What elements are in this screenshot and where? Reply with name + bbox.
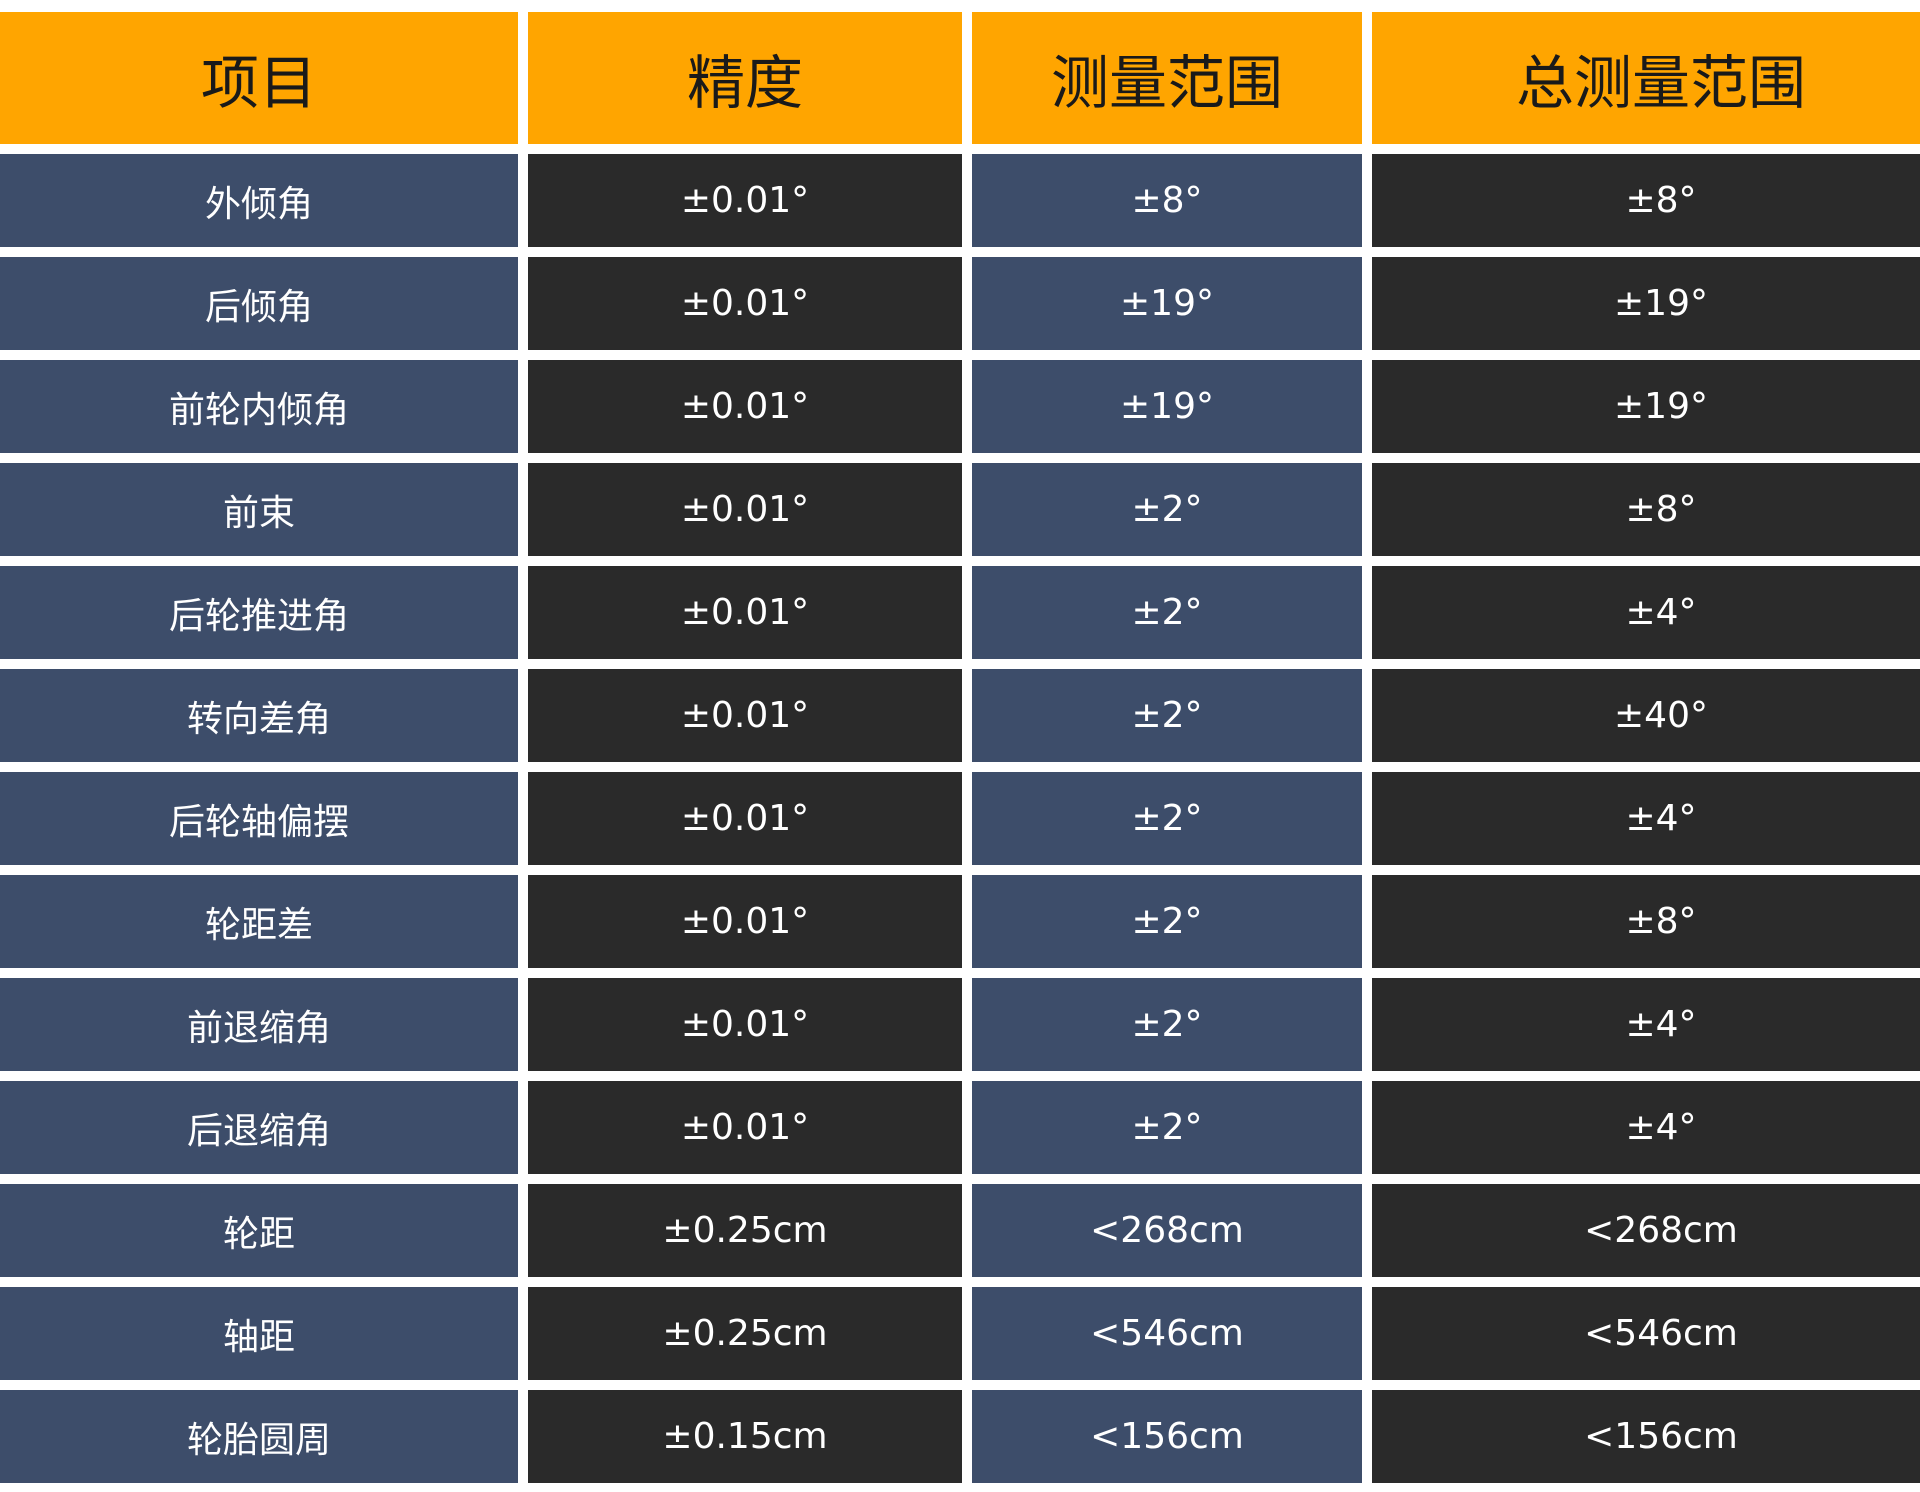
cell-total-range: ±19° [1372, 257, 1920, 350]
cell-total-range: <156cm [1372, 1390, 1920, 1483]
cell-measure-range: ±2° [972, 978, 1362, 1071]
header-total-range: 总测量范围 [1372, 12, 1920, 144]
cell-measure-range: <546cm [972, 1287, 1362, 1380]
header-precision: 精度 [528, 12, 962, 144]
cell-item: 轮距差 [0, 875, 518, 968]
cell-precision: ±0.25cm [528, 1287, 962, 1380]
cell-measure-range: ±2° [972, 566, 1362, 659]
cell-measure-range: ±2° [972, 1081, 1362, 1174]
cell-item: 后轮推进角 [0, 566, 518, 659]
cell-total-range: <546cm [1372, 1287, 1920, 1380]
cell-precision: ±0.01° [528, 669, 962, 762]
header-measure-range: 测量范围 [972, 12, 1362, 144]
cell-measure-range: <268cm [972, 1184, 1362, 1277]
header-item: 项目 [0, 12, 518, 144]
cell-measure-range: <156cm [972, 1390, 1362, 1483]
cell-item: 轴距 [0, 1287, 518, 1380]
cell-item: 后轮轴偏摆 [0, 772, 518, 865]
cell-total-range: ±8° [1372, 154, 1920, 247]
spec-table: 项目 精度 测量范围 总测量范围 外倾角 ±0.01° ±8° ±8° 后倾角 … [0, 12, 1920, 1483]
cell-total-range: ±4° [1372, 772, 1920, 865]
cell-item: 转向差角 [0, 669, 518, 762]
cell-measure-range: ±2° [972, 463, 1362, 556]
cell-item: 轮距 [0, 1184, 518, 1277]
cell-measure-range: ±2° [972, 772, 1362, 865]
cell-total-range: ±4° [1372, 978, 1920, 1071]
cell-precision: ±0.25cm [528, 1184, 962, 1277]
cell-measure-range: ±8° [972, 154, 1362, 247]
cell-item: 后退缩角 [0, 1081, 518, 1174]
cell-total-range: <268cm [1372, 1184, 1920, 1277]
cell-total-range: ±19° [1372, 360, 1920, 453]
cell-precision: ±0.01° [528, 978, 962, 1071]
cell-precision: ±0.15cm [528, 1390, 962, 1483]
cell-precision: ±0.01° [528, 257, 962, 350]
cell-measure-range: ±2° [972, 875, 1362, 968]
cell-precision: ±0.01° [528, 772, 962, 865]
cell-total-range: ±4° [1372, 1081, 1920, 1174]
cell-measure-range: ±19° [972, 360, 1362, 453]
cell-measure-range: ±19° [972, 257, 1362, 350]
cell-total-range: ±4° [1372, 566, 1920, 659]
cell-precision: ±0.01° [528, 463, 962, 556]
cell-item: 前束 [0, 463, 518, 556]
cell-item: 前退缩角 [0, 978, 518, 1071]
cell-precision: ±0.01° [528, 360, 962, 453]
cell-item: 外倾角 [0, 154, 518, 247]
cell-precision: ±0.01° [528, 154, 962, 247]
cell-item: 后倾角 [0, 257, 518, 350]
cell-item: 前轮内倾角 [0, 360, 518, 453]
cell-precision: ±0.01° [528, 875, 962, 968]
cell-total-range: ±8° [1372, 463, 1920, 556]
cell-measure-range: ±2° [972, 669, 1362, 762]
cell-precision: ±0.01° [528, 1081, 962, 1174]
cell-total-range: ±40° [1372, 669, 1920, 762]
cell-precision: ±0.01° [528, 566, 962, 659]
cell-total-range: ±8° [1372, 875, 1920, 968]
cell-item: 轮胎圆周 [0, 1390, 518, 1483]
